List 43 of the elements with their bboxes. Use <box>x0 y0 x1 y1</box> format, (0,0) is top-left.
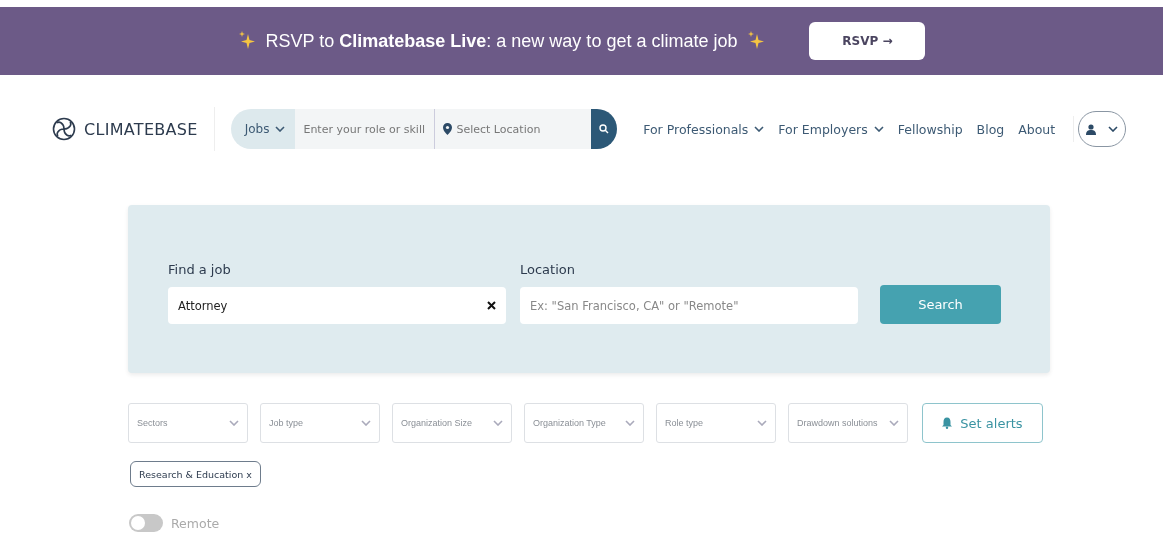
search-icon <box>599 124 610 134</box>
logo-text[interactable]: CLIMATEBASE <box>84 119 198 139</box>
set-alerts-button[interactable]: Set alerts <box>922 403 1043 443</box>
logo-icon <box>52 117 76 141</box>
account-menu-button[interactable] <box>1078 111 1126 147</box>
nav-link[interactable]: For Employers <box>778 121 884 137</box>
field-label: Find a job <box>168 262 232 277</box>
job-field[interactable]: Attorney <box>168 287 506 324</box>
chevron-down-icon <box>625 420 635 426</box>
rsvp-button[interactable]: RSVP → <box>809 22 926 60</box>
nav-link[interactable]: For Professionals <box>643 121 765 137</box>
nav-link[interactable]: Fellowship <box>897 121 963 137</box>
chevron-down-icon <box>873 126 884 132</box>
chevron-down-icon <box>757 420 767 426</box>
chevron-down-icon <box>889 420 899 426</box>
filter-dropdown[interactable]: Sectors <box>128 403 248 443</box>
clear-icon[interactable] <box>487 301 496 310</box>
chevron-down-icon <box>493 420 503 426</box>
remote-toggle[interactable] <box>129 514 163 532</box>
search-button[interactable] <box>591 109 618 149</box>
filter-dropdown[interactable]: Job type <box>260 403 380 443</box>
chevron-down-icon <box>1108 126 1119 132</box>
filter-dropdown[interactable]: Role type <box>656 403 776 443</box>
user-icon <box>1086 123 1097 135</box>
nav-link[interactable]: About <box>1018 121 1056 137</box>
chevron-down-icon <box>229 420 239 426</box>
filter-dropdown[interactable]: Organization Size <box>392 403 512 443</box>
chevron-down-icon <box>361 420 371 426</box>
chevron-down-icon <box>754 126 765 132</box>
location-field[interactable]: Ex: "San Francisco, CA" or "Remote" <box>520 287 858 324</box>
filter-chip[interactable]: Research & Education x <box>130 461 261 487</box>
filter-dropdown[interactable]: Drawdown solutions <box>788 403 908 443</box>
field-label: Location <box>520 262 576 277</box>
location-pin-icon <box>435 109 457 149</box>
scope-dropdown[interactable]: Jobs <box>230 109 296 149</box>
banner-text: RSVP to Climatebase Live: a new way to get a climate job <box>265 30 738 52</box>
toggle-label: Remote <box>171 515 220 531</box>
filter-dropdown[interactable]: Organization Type <box>524 403 644 443</box>
chevron-down-icon <box>275 126 286 132</box>
nav-link[interactable]: Blog <box>976 121 1005 137</box>
bell-icon <box>942 417 953 429</box>
role-input[interactable]: Enter your role or skill <box>295 109 436 149</box>
location-input[interactable]: Select Location <box>456 109 592 149</box>
